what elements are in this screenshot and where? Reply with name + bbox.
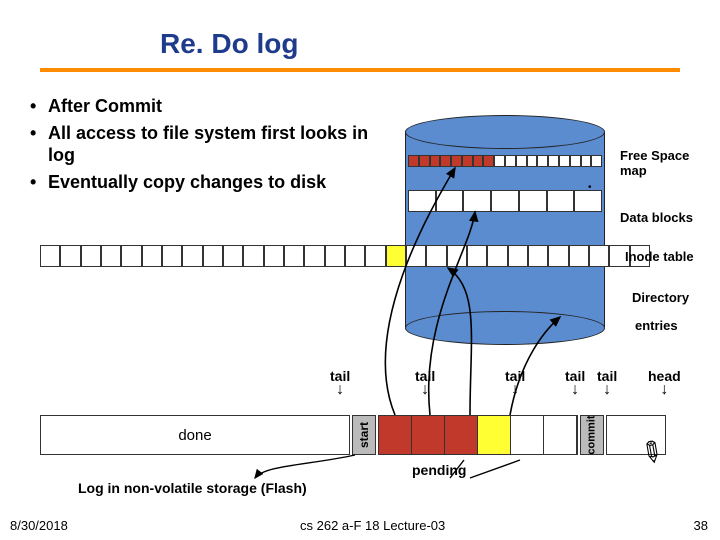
label-pending: pending (412, 462, 466, 478)
footer-page-number: 38 (694, 518, 708, 533)
footer-course: cs 262 a-F 18 Lecture-03 (300, 518, 445, 533)
pointer-tail: tail↓ (597, 368, 617, 397)
label-inode-table: Inode table (625, 249, 694, 264)
bullet-item: Eventually copy changes to disk (30, 171, 370, 194)
slide-title: Re. Do log (160, 28, 298, 60)
bullet-list: After Commit All access to file system f… (30, 95, 370, 197)
log-marker-commit: commit (580, 415, 604, 455)
inode-table-strip (40, 245, 650, 267)
title-underline (40, 68, 680, 72)
label-nonvolatile: Log in non-volatile storage (Flash) (78, 480, 307, 496)
pointer-tail: tail↓ (505, 368, 525, 397)
data-blocks-strip (408, 190, 602, 212)
label-free-space-map: Free Space map (620, 148, 710, 178)
pointer-tail: tail↓ (330, 368, 350, 397)
disk-cylinder (405, 115, 605, 335)
log-marker-start: start (352, 415, 376, 455)
label-directory: Directory (632, 290, 689, 305)
label-data-blocks: Data blocks (620, 210, 693, 225)
label-entries: entries (635, 318, 678, 333)
free-space-map-strip (408, 155, 602, 167)
log-segment-done: done (40, 415, 350, 455)
footer-date: 8/30/2018 (10, 518, 68, 533)
bullet-item: After Commit (30, 95, 370, 118)
pointer-tail: tail↓ (565, 368, 585, 397)
arrows-overlay (0, 0, 720, 540)
pointer-tail: tail↓ (415, 368, 435, 397)
log-segment-pending (378, 415, 578, 455)
bullet-item: All access to file system first looks in… (30, 122, 370, 167)
pointer-head: head↓ (648, 368, 681, 397)
